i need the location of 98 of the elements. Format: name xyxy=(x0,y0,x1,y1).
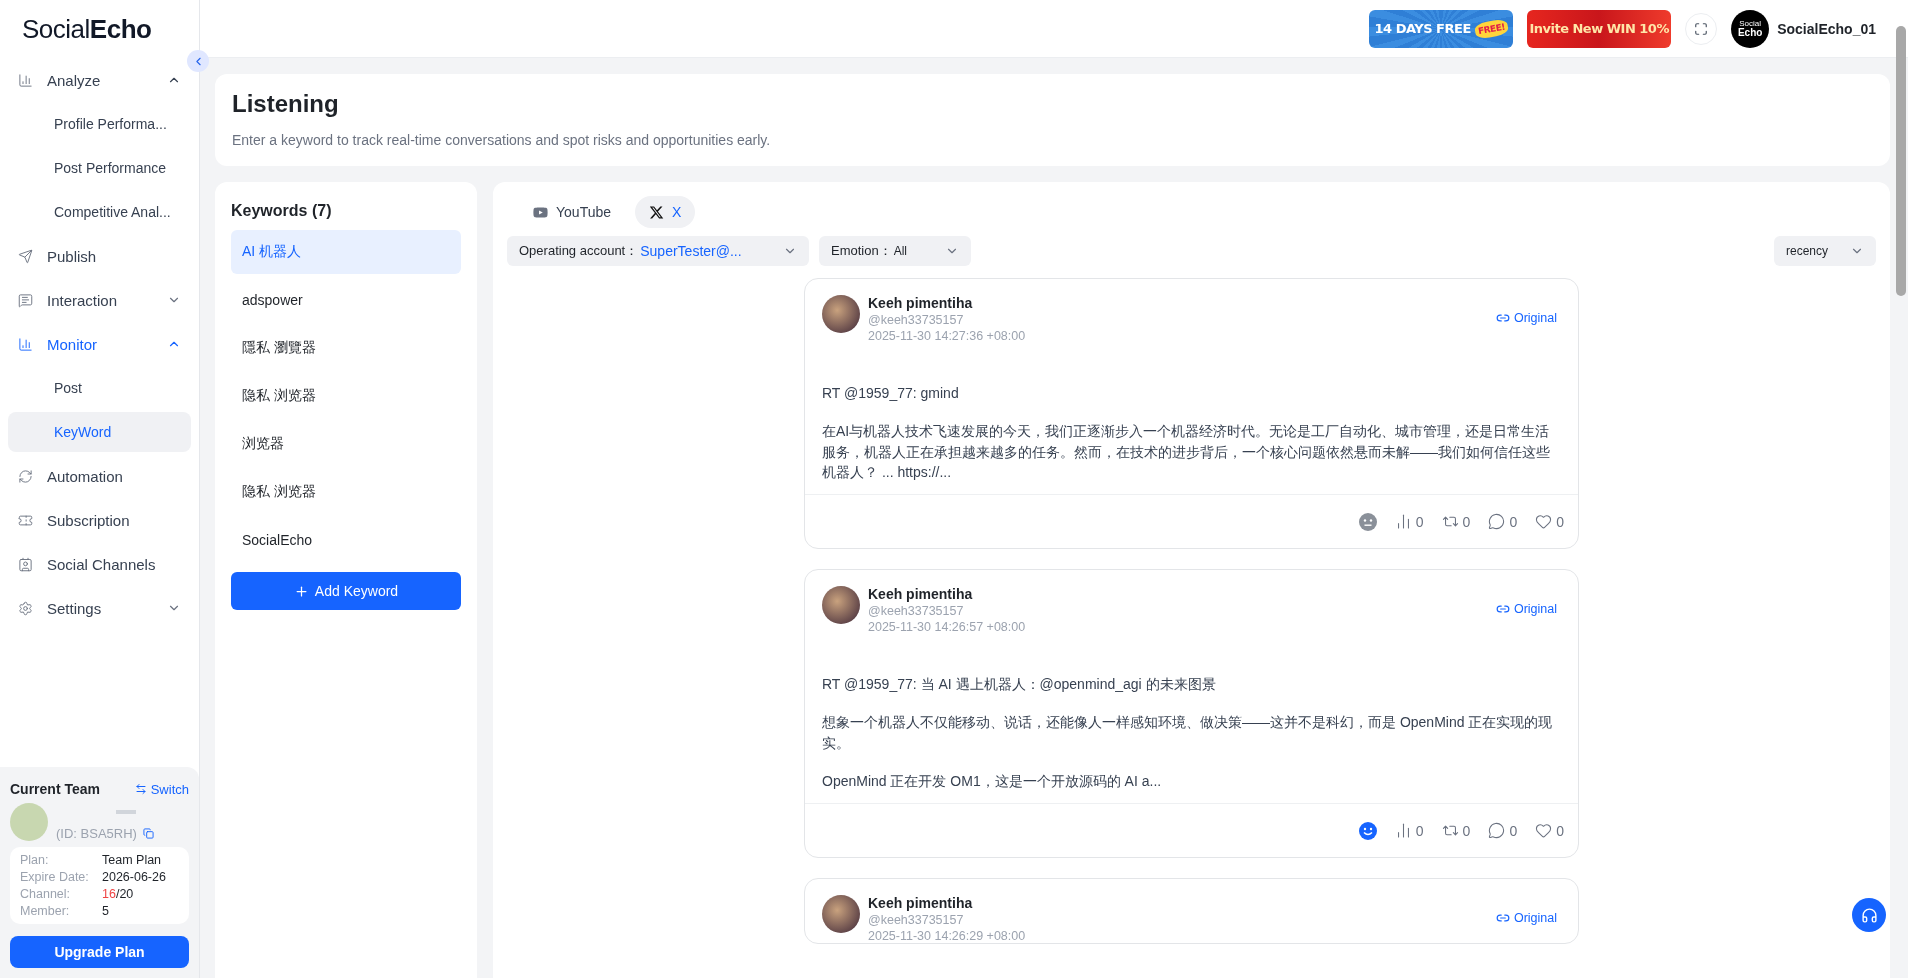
nav-item[interactable]: Interaction xyxy=(8,278,191,322)
ticket-icon xyxy=(18,512,33,528)
post-stat[interactable]: 0 xyxy=(1488,822,1518,840)
copy-icon[interactable] xyxy=(142,828,154,839)
team-id: (ID: BSA5RH) xyxy=(56,826,154,841)
scrollbar[interactable] xyxy=(1896,26,1906,296)
blurred-name xyxy=(116,810,136,814)
sort-select[interactable]: recency xyxy=(1774,236,1876,266)
nav-item[interactable]: Publish xyxy=(8,234,191,278)
nav-item[interactable]: Settings xyxy=(8,586,191,630)
post-stat[interactable]: 0 xyxy=(1441,513,1471,531)
comment-icon xyxy=(1488,822,1506,840)
post-text: OpenMind 正在开发 OM1，这是一个开放源码的 AI a... xyxy=(822,772,1163,792)
bar-chart-icon xyxy=(18,72,33,88)
detail-label: Member: xyxy=(20,904,71,918)
author-avatar xyxy=(822,586,860,625)
user-name[interactable]: SocialEcho_01 xyxy=(1777,20,1876,37)
user-avatar[interactable]: Social Echo xyxy=(1731,9,1770,48)
switch-link[interactable]: Switch xyxy=(134,781,189,797)
keyword-item[interactable]: 浏览器 xyxy=(231,422,461,466)
switch-icon xyxy=(134,783,147,795)
bar-chart-icon xyxy=(18,336,33,352)
page-subtitle: Enter a keyword to track real-time conversations and spot risks and opportunities early. xyxy=(232,132,772,148)
detail-value: Team Plan xyxy=(102,853,163,867)
nav-subitem[interactable]: Post xyxy=(8,368,191,408)
contact-card-icon xyxy=(18,556,33,572)
post-text: RT @1959_77: 当 AI 遇上机器人：@openmind_agi 的未来图景 xyxy=(822,675,1217,695)
detail-value: 16/20 xyxy=(102,887,135,901)
paper-plane-icon xyxy=(18,248,33,264)
post-stat[interactable]: 0 xyxy=(1535,822,1564,840)
post-stat[interactable]: 0 xyxy=(1394,822,1424,840)
smiley-face-icon xyxy=(1358,821,1377,840)
post-time: 2025-11-30 14:27:36 +08:00 xyxy=(868,329,1027,343)
nav-subitem[interactable]: Profile Performa... xyxy=(8,104,191,144)
post-text: 想象一个机器人不仅能移动、说话，还能像人一样感知环境、做决策——这并不是科幻，而是 OpenMind 正在实现的现实。 xyxy=(822,713,1554,753)
nav-item[interactable]: Subscription xyxy=(8,498,191,542)
headset-icon xyxy=(1860,906,1878,924)
team-title: Current Team xyxy=(10,781,100,797)
plus-icon xyxy=(293,583,309,599)
original-link[interactable]: Original xyxy=(1495,911,1557,926)
filter-select[interactable]: Emotion：All xyxy=(819,236,971,266)
neutral-face-icon xyxy=(1358,512,1377,531)
author-name: Keeh pimentiha xyxy=(868,895,974,912)
nav-item[interactable]: Social Channels xyxy=(8,542,191,586)
post-text: 在AI与机器人技术飞速发展的今天，我们正逐渐步入一个机器经济时代。无论是工厂自动化、城市管理，还是日常生活服务，机器人正在承担越来越多的任务。然而，在技术的进步背后，一个核心问题依然悬而未解——我们如何信任这些机器人？ ... https://... xyxy=(822,422,1551,482)
author-name: Keeh pimentiha xyxy=(868,295,974,311)
platform-tab[interactable]: YouTube xyxy=(519,196,625,228)
fullscreen-icon xyxy=(1694,21,1709,36)
keyword-item[interactable]: 隐私 浏览器 xyxy=(231,470,461,514)
post-stat[interactable]: 0 xyxy=(1394,513,1424,531)
nav-item[interactable]: Automation xyxy=(8,454,191,498)
author-handle: @keeh33735157 xyxy=(868,913,965,928)
heart-icon xyxy=(1535,513,1553,531)
post-text: RT @1959_77: gmind xyxy=(822,384,960,403)
team-avatar xyxy=(10,803,48,841)
nav-subitem[interactable]: KeyWord xyxy=(8,412,191,452)
brand-logo: SocialEcho xyxy=(21,13,153,46)
settings-icon xyxy=(18,600,33,616)
detail-value: 5 xyxy=(102,904,110,918)
add-keyword-button[interactable]: Add Keyword xyxy=(231,572,461,610)
link-icon xyxy=(1495,311,1510,325)
x-logo-icon xyxy=(649,204,664,220)
post-stat[interactable]: 0 xyxy=(1488,513,1518,531)
post-time: 2025-11-30 14:26:57 +08:00 xyxy=(868,620,1027,635)
detail-label: Expire Date: xyxy=(20,870,90,884)
nav-subitem[interactable]: Post Performance xyxy=(8,148,191,188)
keyword-item[interactable]: 隐私 浏览器 xyxy=(231,374,461,418)
chat-icon xyxy=(18,292,33,308)
author-avatar xyxy=(822,895,860,934)
original-link[interactable]: Original xyxy=(1495,311,1557,325)
author-handle: @keeh33735157 xyxy=(868,313,965,327)
collapse-sidebar-button[interactable] xyxy=(187,50,209,72)
nav-item[interactable]: Analyze xyxy=(8,58,191,102)
author-name: Keeh pimentiha xyxy=(868,586,974,603)
heart-icon xyxy=(1535,822,1553,840)
post-time: 2025-11-30 14:26:29 +08:00 xyxy=(868,929,1027,944)
original-link[interactable]: Original xyxy=(1495,602,1557,617)
post-stat[interactable]: 0 xyxy=(1441,822,1471,840)
upgrade-plan-button[interactable]: Upgrade Plan xyxy=(10,936,189,968)
detail-label: Plan: xyxy=(20,853,50,867)
platform-tab[interactable]: X xyxy=(635,196,696,228)
keyword-item[interactable]: AI 机器人 xyxy=(231,230,461,274)
comment-icon xyxy=(1488,513,1506,531)
filter-select[interactable]: Operating account：SuperTester@... xyxy=(507,236,809,266)
keywords-title: Keywords (7) xyxy=(231,202,333,220)
keyword-item[interactable]: 隱私 瀏覽器 xyxy=(231,326,461,370)
nav-subitem[interactable]: Competitive Anal... xyxy=(8,192,191,232)
keyword-item[interactable]: adspower xyxy=(231,278,461,322)
keyword-item[interactable]: SocialEcho xyxy=(231,518,461,562)
page-title: Listening xyxy=(232,90,340,118)
detail-label: Channel: xyxy=(20,887,72,901)
refresh-icon xyxy=(18,468,33,484)
detail-value: 2026-06-26 xyxy=(102,870,167,884)
author-handle: @keeh33735157 xyxy=(868,604,965,619)
promo-banner[interactable]: Invite New WIN 10% xyxy=(1527,9,1672,48)
post-stat[interactable]: 0 xyxy=(1535,513,1564,531)
nav-item[interactable]: Monitor xyxy=(8,322,191,366)
author-avatar xyxy=(822,295,860,333)
